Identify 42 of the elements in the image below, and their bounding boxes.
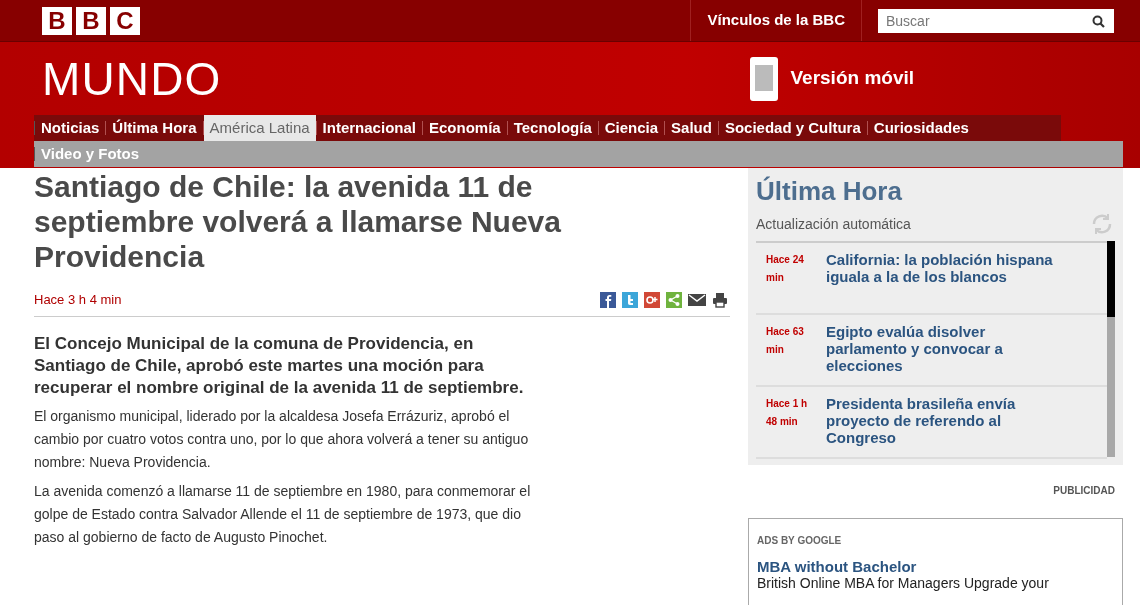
news-headline-link[interactable]: Egipto evalúa disolver parlamento y convocar a elecciones [826, 323, 1058, 385]
logo-letter: B [76, 6, 106, 35]
news-time: Hace 63 min [766, 325, 805, 357]
scrollbar[interactable] [1107, 241, 1115, 457]
mobile-version-link[interactable]: Versión móvil [750, 56, 914, 101]
article-paragraph: El organismo municipal, liderado por la alcaldesa Josefa Errázuriz, aprobó el cambio por cuatro votos contra uno, por lo que ahora volverá a tener su antiguo nombre: Nueva Providencia. [34, 406, 530, 472]
twitter-icon[interactable] [622, 291, 638, 308]
facebook-icon[interactable] [600, 291, 616, 308]
print-icon[interactable] [712, 291, 728, 308]
latest-news-title: Última Hora [756, 175, 903, 208]
logo-letter: B [42, 6, 72, 35]
section-title: MUNDO [42, 55, 222, 102]
news-headline-link[interactable]: Presidenta brasileña envía proyecto de referendo al Congreso [826, 395, 1058, 457]
auto-update-label: Actualización automática [756, 214, 911, 234]
article-paragraph: La avenida comenzó a llamarse 11 de septiembre en 1980, para conmemorar el golpe de Estado contra Salvador Allende el 11 de septiembre de 1973, que dio paso al gobierno de facto de Augusto Pinochet. [34, 481, 532, 547]
ad-title-link[interactable]: MBA without Bachelor [757, 558, 1114, 575]
nav-tab[interactable]: Salud [665, 115, 718, 141]
email-icon[interactable] [688, 292, 706, 307]
share-icon[interactable] [666, 291, 682, 308]
article-lead: El Concejo Municipal de la comuna de Providencia, en Santiago de Chile, aprobó este martes una moción para recuperar el nombre original de la avenida 11 de septiembre. [34, 332, 525, 399]
ads-by-google-label: ADS BY GOOGLE [757, 534, 843, 548]
nav-tab[interactable]: Ciencia [598, 115, 665, 141]
nav-tab[interactable]: Internacional [316, 115, 422, 141]
news-time: Hace 24 min [766, 253, 805, 285]
advertising-label: PUBLICIDAD [1052, 484, 1115, 498]
nav-tab[interactable]: América Latina [203, 115, 316, 141]
google-plus-icon[interactable] [644, 291, 660, 308]
nav-tab[interactable]: Tecnología [507, 115, 598, 141]
search-icon[interactable] [1092, 14, 1105, 28]
nav-tab[interactable]: Economía [422, 115, 507, 141]
news-time: Hace 1 h 48 min [766, 397, 809, 429]
logo-letter: C [110, 6, 140, 35]
article-headline: Santiago de Chile: la avenida 11 de septiembre volverá a llamarse Nueva Providencia [34, 169, 562, 274]
nav-tab[interactable]: Sociedad y Cultura [718, 115, 867, 141]
mobile-phone-icon [750, 56, 779, 101]
bbc-links-link[interactable]: Vínculos de la BBC [707, 9, 845, 32]
nav-tab[interactable]: Noticias [35, 115, 106, 141]
nav-tab[interactable]: Última Hora [106, 115, 203, 141]
article-time: Hace 3 h 4 min [34, 291, 122, 309]
search-field[interactable]: Buscar [878, 8, 1114, 33]
ad-text: British Online MBA for Managers Upgrade your [757, 575, 1050, 592]
news-headline-link[interactable]: California: la población hispana iguala a la de los blancos [826, 251, 1058, 313]
